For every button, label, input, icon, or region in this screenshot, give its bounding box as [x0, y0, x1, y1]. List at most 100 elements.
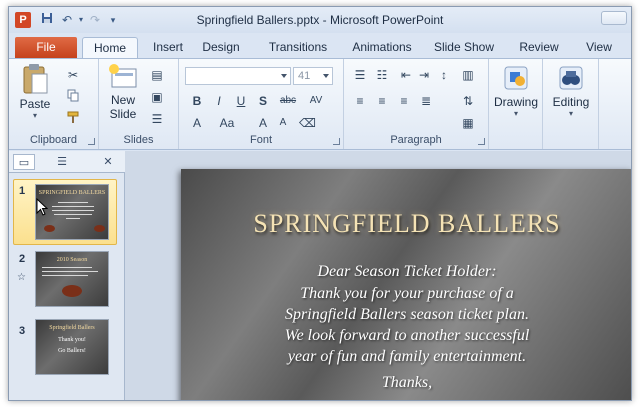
font-name-combo[interactable] — [185, 67, 291, 85]
font-dialog-launcher[interactable] — [333, 138, 340, 145]
football-icon — [62, 285, 82, 297]
slide-body-line[interactable]: Thanks, — [181, 374, 631, 392]
grow-font-icon[interactable]: A — [255, 115, 271, 131]
underline-icon[interactable]: U — [233, 93, 249, 109]
paragraph-group-label: Paragraph — [390, 134, 442, 146]
align-left-icon[interactable]: ≡ — [352, 93, 368, 109]
editing-button[interactable]: Editing ▾ — [546, 63, 596, 118]
paste-button[interactable]: Paste ▾ — [15, 63, 55, 120]
line-spacing-icon[interactable]: ↕ — [436, 67, 452, 83]
font-size-dropdown-icon[interactable] — [323, 74, 329, 78]
close-pane-icon[interactable]: ✕ — [97, 154, 119, 170]
slide-body-line[interactable]: Springfield Ballers season ticket plan. — [181, 306, 631, 324]
powerpoint-window: P ↶ ▾ ↷ ▾ Springfield Ballers.pptx - Mic… — [8, 6, 632, 401]
section-icon[interactable]: ☰ — [149, 111, 165, 127]
clipboard-dialog-launcher[interactable] — [88, 138, 95, 145]
thumbnail-title: SPRINGFIELD BALLERS — [38, 190, 106, 196]
justify-icon[interactable]: ≣ — [418, 93, 434, 109]
font-size-combo[interactable]: 41 — [293, 67, 333, 85]
text-direction-icon[interactable]: ⇅ — [460, 93, 476, 109]
tab-transitions[interactable]: Transitions — [259, 37, 337, 58]
paragraph-dialog-launcher[interactable] — [478, 138, 485, 145]
clipboard-group-label: Clipboard — [29, 134, 78, 146]
columns-icon[interactable]: ▥ — [460, 67, 476, 83]
thumbnail-line: Thank you! — [58, 337, 86, 343]
workspace: ▭ ☰ ✕ 1 SPRINGFIELD BALLERS 2 ☆ 2010 Sea… — [9, 151, 631, 400]
thumbnail-text-line — [52, 210, 94, 211]
numbering-icon[interactable]: ☷ — [374, 67, 390, 83]
thumbnail-text-line — [42, 275, 88, 276]
drawing-label: Drawing — [493, 95, 538, 109]
cut-icon[interactable]: ✂ — [65, 67, 81, 83]
tab-view[interactable]: View — [579, 37, 619, 58]
slide-canvas[interactable]: SPRINGFIELD BALLERS Dear Season Ticket H… — [181, 169, 631, 400]
tab-design[interactable]: Design — [195, 37, 247, 58]
title-bar: P ↶ ▾ ↷ ▾ Springfield Ballers.pptx - Mic… — [9, 7, 631, 33]
font-color-icon[interactable]: A — [189, 115, 205, 131]
paragraph-group: ☰ ☷ ⇤ ⇥ ↕ ▥ ≡ ≡ ≡ ≣ ⇅ ▦ Paragraph — [344, 59, 489, 149]
clear-formatting-icon[interactable]: ⌫ — [299, 115, 316, 131]
new-slide-label-line2: Slide — [109, 107, 137, 121]
decrease-indent-icon[interactable]: ⇤ — [398, 67, 414, 83]
align-right-icon[interactable]: ≡ — [396, 93, 412, 109]
thumbnail-line: Go Ballers! — [58, 348, 86, 354]
slides-tab-icon[interactable]: ▭ — [13, 154, 35, 170]
tab-review[interactable]: Review — [514, 37, 564, 58]
thumbnail-number: 2 — [19, 253, 26, 265]
thumbnail-text-line — [66, 218, 80, 219]
font-name-dropdown-icon[interactable] — [281, 74, 287, 78]
new-slide-button[interactable]: New Slide — [103, 63, 143, 121]
outline-tab-icon[interactable]: ☰ — [51, 154, 73, 170]
shrink-font-icon[interactable]: A — [275, 115, 291, 131]
italic-icon[interactable]: I — [211, 93, 227, 109]
increase-indent-icon[interactable]: ⇥ — [416, 67, 432, 83]
thumbnail-text-line — [42, 267, 92, 268]
window-minimize-button[interactable] — [601, 11, 627, 25]
thumbnail-text-line — [54, 214, 92, 215]
paste-icon — [23, 64, 48, 94]
football-icon — [94, 225, 105, 232]
editing-group: Editing ▾ — [543, 59, 599, 149]
character-spacing-icon[interactable]: AV — [305, 93, 327, 109]
editing-label: Editing — [552, 95, 590, 109]
slides-pane: ▭ ☰ ✕ 1 SPRINGFIELD BALLERS 2 ☆ 2010 Sea… — [9, 151, 125, 400]
font-group-label: Font — [249, 134, 272, 146]
strikethrough-icon[interactable]: abc — [277, 93, 299, 109]
paste-dropdown-icon[interactable]: ▾ — [15, 111, 55, 120]
format-painter-icon[interactable] — [65, 111, 81, 127]
slide-thumbnail-3[interactable]: Springfield Ballers Thank you! Go Baller… — [35, 319, 109, 375]
new-slide-label-line1: New — [110, 93, 135, 107]
animation-star-icon: ☆ — [17, 272, 26, 283]
thumbnail-text-line — [42, 271, 98, 272]
convert-to-smartart-icon[interactable]: ▦ — [460, 115, 476, 131]
reset-icon[interactable]: ▣ — [149, 89, 165, 105]
font-size-value: 41 — [298, 70, 311, 82]
slide-body-line[interactable]: Thank you for your purchase of a — [181, 285, 631, 303]
window-title: Springfield Ballers.pptx - Microsoft Pow… — [196, 13, 444, 27]
tab-home[interactable]: Home — [82, 37, 138, 58]
change-case-icon[interactable]: Aa — [215, 115, 239, 131]
drawing-button[interactable]: Drawing ▾ — [491, 63, 541, 118]
editing-dropdown-icon[interactable]: ▾ — [546, 109, 596, 118]
drawing-dropdown-icon[interactable]: ▾ — [491, 109, 541, 118]
slide-body-line[interactable]: year of fun and family entertainment. — [181, 348, 631, 366]
slide-thumbnail-2[interactable]: 2010 Season — [35, 251, 109, 307]
tab-file[interactable]: File — [15, 37, 77, 58]
mouse-pointer-icon — [36, 198, 48, 216]
slide-title[interactable]: SPRINGFIELD BALLERS — [181, 209, 631, 239]
slide-editor: SPRINGFIELD BALLERS Dear Season Ticket H… — [126, 151, 631, 400]
center-icon[interactable]: ≡ — [374, 93, 390, 109]
ribbon-tabs: File Home Insert Design Transitions Anim… — [9, 34, 631, 58]
tab-animations[interactable]: Animations — [346, 37, 418, 58]
slide-body-line[interactable]: We look forward to another successful — [181, 327, 631, 345]
shapes-icon — [504, 66, 528, 90]
copy-icon[interactable] — [65, 89, 81, 105]
text-shadow-icon[interactable]: S — [255, 93, 271, 109]
tab-insert[interactable]: Insert — [144, 37, 192, 58]
layout-icon[interactable]: ▤ — [149, 67, 165, 83]
bold-icon[interactable]: B — [189, 93, 205, 109]
slide-body-line[interactable]: Dear Season Ticket Holder: — [181, 263, 631, 281]
tab-slide-show[interactable]: Slide Show — [430, 37, 498, 58]
bullets-icon[interactable]: ☰ — [352, 67, 368, 83]
new-slide-icon — [109, 64, 137, 88]
